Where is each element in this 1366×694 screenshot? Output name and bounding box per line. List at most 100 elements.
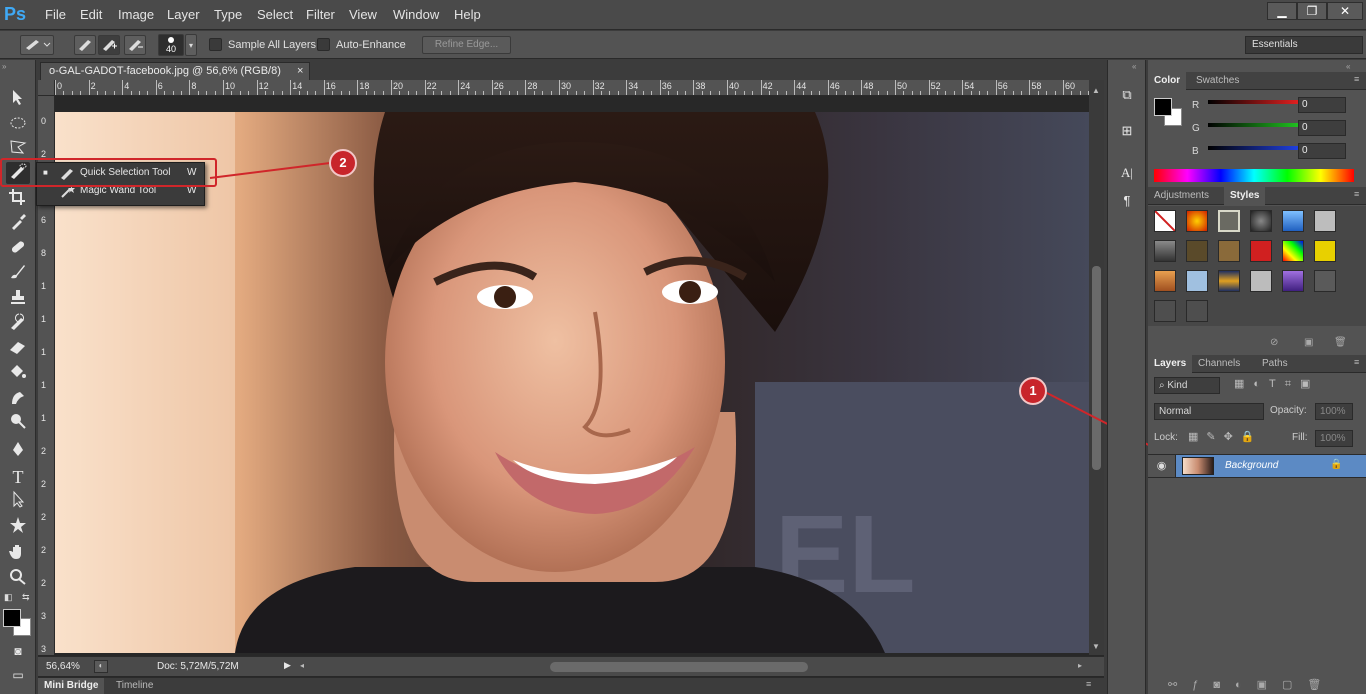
tab-swatches[interactable]: Swatches (1190, 72, 1245, 90)
layer-actions-bar[interactable]: ⚯ƒ◙◐▣▢🗑 (1168, 678, 1364, 691)
blue-slider[interactable] (1208, 146, 1298, 150)
workspace-switcher[interactable]: Essentials (1245, 36, 1363, 54)
marquee-tool[interactable] (6, 114, 30, 136)
tab-layers[interactable]: Layers (1148, 355, 1193, 373)
menu-select[interactable]: Select (257, 7, 293, 22)
tab-mini-bridge[interactable]: Mini Bridge (38, 678, 105, 694)
brush-size-picker[interactable]: 40 (158, 34, 184, 56)
move-tool[interactable] (6, 88, 30, 110)
tab-adjustments[interactable]: Adjustments (1148, 187, 1215, 205)
menu-file[interactable]: File (45, 7, 66, 22)
style-swatch-empty-2[interactable] (1186, 300, 1208, 322)
brush-size-dropdown[interactable]: ▾ (185, 34, 197, 56)
style-swatch-fire[interactable] (1186, 210, 1208, 232)
ruler-origin[interactable] (38, 80, 55, 96)
style-swatch-black[interactable] (1250, 210, 1272, 232)
healing-brush-tool[interactable] (6, 238, 30, 260)
style-swatch-chrome[interactable] (1218, 270, 1240, 292)
clone-stamp-tool[interactable] (6, 288, 30, 310)
horizontal-scroll-thumb[interactable] (550, 662, 808, 672)
blue-value-field[interactable]: 0 (1298, 143, 1346, 159)
vertical-scrollbar[interactable]: ▲ ▼ (1089, 80, 1104, 655)
document-tab[interactable]: o-GAL-GADOT-facebook.jpg @ 56,6% (RGB/8)… (40, 62, 310, 80)
style-swatch-steel[interactable] (1154, 240, 1176, 262)
foreground-color-swatch[interactable] (3, 609, 21, 627)
green-value-field[interactable]: 0 (1298, 120, 1346, 136)
lasso-tool[interactable] (6, 138, 30, 160)
panel-menu-icon[interactable]: ≡ (1086, 679, 1091, 689)
menu-edit[interactable]: Edit (80, 7, 102, 22)
layer-row-background[interactable]: ◉ Background 🔒 (1148, 454, 1366, 478)
menu-filter[interactable]: Filter (306, 7, 335, 22)
scroll-left-icon[interactable]: ◂ (300, 661, 304, 670)
lock-icons[interactable]: ▦✎✥🔒 (1188, 430, 1268, 443)
layer-name[interactable]: Background (1225, 460, 1278, 471)
status-menu-arrow-icon[interactable]: ▶ (284, 660, 291, 671)
tool-preset-picker[interactable] (20, 35, 54, 55)
style-swatch-orange[interactable] (1154, 270, 1176, 292)
menu-layer[interactable]: Layer (167, 7, 200, 22)
style-swatch-yellow[interactable] (1314, 240, 1336, 262)
collapse-chevrons-icon[interactable]: » (2, 62, 6, 71)
scroll-right-icon[interactable]: ▸ (1078, 661, 1082, 670)
crop-tool[interactable] (6, 188, 30, 210)
auto-enhance-checkbox[interactable] (317, 38, 330, 51)
menu-help[interactable]: Help (454, 7, 481, 22)
character-panel-button[interactable]: A| (1116, 162, 1138, 184)
tab-channels[interactable]: Channels (1192, 355, 1246, 373)
eraser-tool[interactable] (6, 338, 30, 360)
menu-image[interactable]: Image (118, 7, 154, 22)
zoom-tool[interactable] (6, 568, 30, 590)
color-spectrum-ramp[interactable] (1154, 169, 1354, 182)
dodge-tool[interactable] (6, 412, 30, 434)
pen-tool[interactable] (6, 440, 30, 462)
style-swatch-light-blue[interactable] (1186, 270, 1208, 292)
red-value-field[interactable]: 0 (1298, 97, 1346, 113)
scroll-down-icon[interactable]: ▼ (1092, 642, 1100, 651)
properties-panel-button[interactable]: ⊞ (1116, 120, 1138, 142)
menu-type[interactable]: Type (214, 7, 242, 22)
refine-edge-button[interactable]: Refine Edge... (422, 36, 511, 54)
type-tool[interactable]: T (6, 466, 30, 488)
menu-window[interactable]: Window (393, 7, 439, 22)
panel-menu-icon[interactable]: ≡ (1354, 357, 1359, 367)
collapse-chevrons-icon[interactable]: « (1346, 62, 1350, 71)
blur-tool[interactable] (6, 388, 30, 410)
restore-button[interactable]: ❐ (1297, 2, 1327, 20)
style-swatch-dark-grey[interactable] (1314, 270, 1336, 292)
fill-field[interactable]: 100% (1315, 430, 1353, 447)
panel-menu-icon[interactable]: ≡ (1354, 189, 1359, 199)
style-swatch-red[interactable] (1250, 240, 1272, 262)
green-slider[interactable] (1208, 123, 1298, 127)
history-brush-tool[interactable] (6, 312, 30, 334)
sample-all-layers-checkbox[interactable] (209, 38, 222, 51)
paragraph-panel-button[interactable]: ¶ (1116, 190, 1138, 212)
style-swatch-brown[interactable] (1186, 240, 1208, 262)
status-info-icon[interactable]: ◐ (94, 660, 108, 673)
style-swatch-wood[interactable] (1218, 240, 1240, 262)
tab-paths[interactable]: Paths (1256, 355, 1294, 373)
new-style-icon[interactable]: ▣ (1304, 337, 1313, 348)
clear-style-icon[interactable]: ⊘ (1270, 337, 1278, 348)
zoom-level[interactable]: 56,64% (46, 661, 80, 672)
panel-menu-icon[interactable]: ≡ (1354, 74, 1359, 84)
collapse-chevrons-icon[interactable]: « (1132, 62, 1136, 71)
hand-tool[interactable] (6, 542, 30, 564)
visibility-eye-icon[interactable]: ◉ (1148, 455, 1176, 477)
menu-view[interactable]: View (349, 7, 377, 22)
history-panel-button[interactable]: ⧉ (1116, 84, 1138, 106)
style-swatch-frame[interactable] (1218, 210, 1240, 232)
style-swatch-silver[interactable] (1250, 270, 1272, 292)
paint-bucket-tool[interactable] (6, 362, 30, 384)
tab-color[interactable]: Color (1148, 72, 1187, 90)
shape-tool[interactable] (6, 516, 30, 538)
style-swatch-empty-1[interactable] (1154, 300, 1176, 322)
add-to-selection-button[interactable] (98, 35, 120, 55)
brush-tool[interactable] (6, 262, 30, 284)
eyedropper-tool[interactable] (6, 212, 30, 234)
minimize-button[interactable]: ▁ (1267, 2, 1297, 20)
style-swatch-rainbow[interactable] (1282, 240, 1304, 262)
style-swatch-blue-glass[interactable] (1282, 210, 1304, 232)
screen-mode-button[interactable]: ▭ (6, 664, 30, 686)
scroll-up-icon[interactable]: ▲ (1092, 86, 1100, 95)
